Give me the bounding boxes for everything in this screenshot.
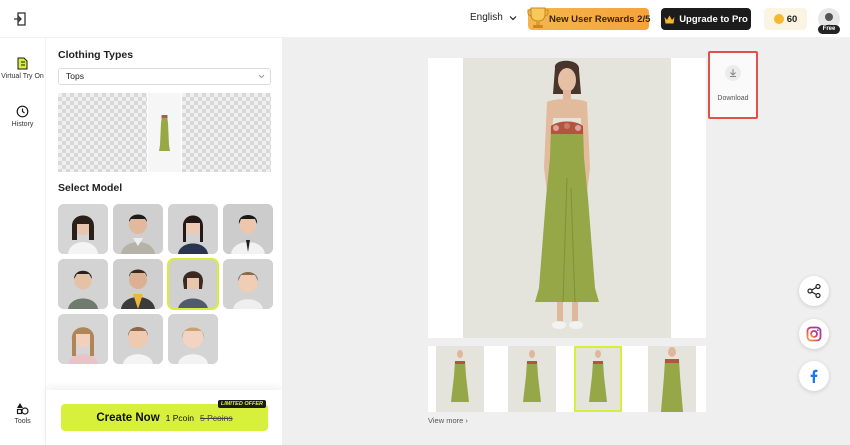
top-bar: English New User Rewards 2/5 Upgrade to … bbox=[0, 0, 850, 38]
upgrade-to-pro-button[interactable]: Upgrade to Pro bbox=[661, 8, 751, 30]
new-user-rewards-button[interactable]: New User Rewards 2/5 bbox=[527, 7, 651, 30]
result-thumbnail[interactable] bbox=[500, 346, 562, 412]
model-thumbnail[interactable] bbox=[58, 259, 108, 309]
language-selector[interactable]: English bbox=[470, 12, 517, 23]
plan-badge: Free bbox=[818, 25, 840, 34]
coin-icon bbox=[773, 14, 784, 24]
nav-item-virtual-try-on[interactable]: Virtual Try On bbox=[0, 57, 45, 80]
facebook-button[interactable] bbox=[799, 361, 829, 391]
chevron-down-icon bbox=[509, 15, 517, 20]
garment-slot-empty[interactable] bbox=[58, 93, 147, 172]
shapes-icon bbox=[16, 403, 29, 415]
model-thumbnail[interactable] bbox=[223, 204, 273, 254]
app-root: English New User Rewards 2/5 Upgrade to … bbox=[0, 0, 850, 445]
garment-dress-image[interactable] bbox=[148, 93, 181, 172]
result-canvas: Download View more › bbox=[282, 38, 850, 445]
nav-label-tools: Tools bbox=[14, 418, 31, 425]
create-now-label: Create Now bbox=[96, 411, 160, 424]
create-old-price: 5 Pcoins bbox=[200, 412, 233, 423]
upgrade-label: Upgrade to Pro bbox=[679, 13, 748, 25]
coin-count: 60 bbox=[786, 13, 798, 25]
clock-icon bbox=[16, 105, 29, 118]
rewards-label: New User Rewards 2/5 bbox=[549, 13, 651, 25]
select-model-title: Select Model bbox=[58, 182, 123, 194]
hanger-icon bbox=[17, 57, 28, 70]
result-thumbnails bbox=[428, 346, 706, 412]
model-thumbnail[interactable] bbox=[113, 204, 163, 254]
config-panel: Clothing Types Tops Select Model Create … bbox=[45, 38, 283, 445]
clothing-type-select[interactable]: Tops bbox=[58, 68, 271, 85]
model-thumbnail[interactable] bbox=[58, 314, 108, 364]
coin-balance[interactable]: 60 bbox=[764, 8, 807, 30]
model-thumbnail[interactable] bbox=[58, 204, 108, 254]
result-thumbnail[interactable] bbox=[640, 346, 702, 412]
limited-offer-tag: LIMITED OFFER bbox=[217, 400, 266, 408]
left-nav: Virtual Try On History Tools bbox=[0, 38, 45, 445]
model-thumbnail[interactable] bbox=[223, 259, 273, 309]
nav-item-history[interactable]: History bbox=[0, 105, 45, 128]
trophy-icon bbox=[527, 7, 549, 28]
create-now-button[interactable]: Create Now 1 Pcoin 5 Pcoins LIMITED OFFE… bbox=[61, 400, 268, 431]
share-icon bbox=[807, 283, 821, 299]
nav-label-virtual-try-on: Virtual Try On bbox=[1, 73, 44, 80]
clothing-type-value: Tops bbox=[66, 71, 84, 81]
clothing-types-title: Clothing Types bbox=[58, 49, 134, 61]
language-label: English bbox=[470, 12, 503, 23]
download-label: Download bbox=[717, 95, 749, 102]
facebook-icon bbox=[810, 369, 818, 383]
garment-preview-strip bbox=[58, 93, 271, 172]
instagram-icon bbox=[806, 326, 822, 342]
model-grid bbox=[58, 204, 273, 364]
create-price: 1 Pcoin bbox=[165, 412, 195, 423]
chevron-down-icon bbox=[258, 74, 265, 79]
model-thumbnail[interactable] bbox=[113, 259, 163, 309]
result-image[interactable] bbox=[463, 58, 671, 338]
crown-icon bbox=[664, 15, 675, 23]
share-button[interactable] bbox=[799, 276, 829, 306]
create-bar: Create Now 1 Pcoin 5 Pcoins LIMITED OFFE… bbox=[46, 390, 283, 445]
instagram-button[interactable] bbox=[799, 319, 829, 349]
view-more-link[interactable]: View more › bbox=[428, 416, 468, 425]
model-thumbnail[interactable] bbox=[113, 314, 163, 364]
model-thumbnail-selected[interactable] bbox=[167, 258, 219, 310]
download-button[interactable]: Download bbox=[708, 51, 758, 119]
nav-label-history: History bbox=[11, 121, 34, 128]
download-icon bbox=[725, 65, 741, 81]
garment-slot-empty[interactable] bbox=[182, 93, 271, 172]
nav-item-tools[interactable]: Tools bbox=[0, 402, 45, 425]
model-thumbnail[interactable] bbox=[168, 314, 218, 364]
exit-icon[interactable] bbox=[11, 10, 29, 28]
result-preview-card bbox=[428, 58, 706, 338]
result-thumbnail-selected[interactable] bbox=[566, 346, 628, 412]
model-thumbnail[interactable] bbox=[168, 204, 218, 254]
result-thumbnail[interactable] bbox=[428, 346, 490, 412]
